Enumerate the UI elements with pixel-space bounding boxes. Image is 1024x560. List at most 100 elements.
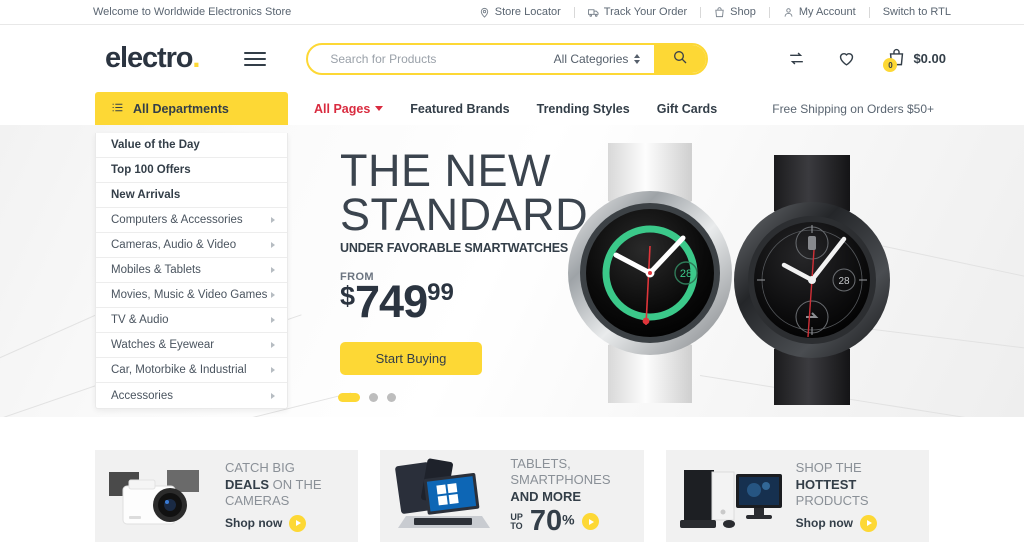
top-link-my-account[interactable]: My Account (770, 6, 869, 18)
chevron-right-icon (271, 267, 275, 273)
hero-title: THE NEW STANDARD (340, 145, 630, 241)
nav-link-trending-styles[interactable]: Trending Styles (537, 102, 630, 116)
promo-card-cameras[interactable]: CATCH BIG DEALS ON THE CAMERAS Shop now (95, 450, 359, 542)
compare-arrows-icon[interactable] (787, 49, 806, 68)
promo-line-2-rest: SMARTPHONES (510, 472, 611, 488)
heart-icon[interactable] (837, 49, 856, 68)
dept-item-label: Mobiles & Tablets (111, 264, 201, 276)
promo-line-1: TABLETS, (510, 455, 571, 471)
dept-item-new-arrivals[interactable]: New Arrivals (96, 183, 287, 208)
dept-item-top-100-offers[interactable]: Top 100 Offers (96, 158, 287, 183)
up-to-line-2: TO (510, 520, 523, 531)
page-root: Welcome to Worldwide Electronics Store S… (0, 0, 1024, 560)
nav-link-all-pages[interactable]: All Pages (314, 101, 384, 116)
arrow-right-icon[interactable] (581, 513, 599, 531)
arrow-right-icon (289, 514, 307, 532)
departments-dropdown-panel: Value of the Day Top 100 Offers New Arri… (95, 133, 288, 409)
promo-text: TABLETS, SMARTPHONES AND MORE UP TO 70% (510, 456, 610, 537)
top-link-track-order[interactable]: Track Your Order (575, 6, 700, 18)
promo-line-1: CATCH BIG (225, 460, 295, 476)
hero-price-decimal: 99 (427, 279, 454, 307)
carousel-dot-3[interactable] (387, 393, 396, 402)
chevron-right-icon (271, 217, 275, 223)
dept-item-label: Movies, Music & Video Games (111, 289, 268, 301)
carousel-dot-1[interactable] (338, 393, 360, 402)
carousel-dots (338, 393, 396, 402)
dept-item-label: TV & Audio (111, 314, 169, 326)
hero-price-currency: $ (340, 281, 356, 312)
top-bar: Welcome to Worldwide Electronics Store S… (0, 0, 1024, 25)
logo-dot: . (192, 42, 200, 74)
cart-button[interactable]: 0 $0.00 (883, 48, 946, 72)
dept-item-cameras-audio-video[interactable]: Cameras, Audio & Video (96, 233, 287, 258)
promo-line-3: PRODUCTS (795, 493, 869, 509)
desktop-computer-product-image (666, 450, 796, 542)
shop-now-link[interactable]: Shop now (225, 514, 322, 532)
logo-text: electro (105, 42, 194, 74)
top-link-store-locator[interactable]: Store Locator (466, 6, 574, 18)
search-button[interactable] (654, 44, 707, 73)
chevron-right-icon (271, 367, 275, 373)
dept-item-label: Computers & Accessories (111, 214, 243, 226)
dept-item-car-motorbike-industrial[interactable]: Car, Motorbike & Industrial (96, 358, 287, 383)
cart-total: $0.00 (913, 51, 946, 66)
svg-text:28: 28 (838, 276, 850, 287)
dept-item-value-of-the-day[interactable]: Value of the Day (96, 133, 287, 158)
site-logo[interactable]: electro. (105, 42, 200, 75)
promo-line-2-bold: DEALS (225, 476, 270, 492)
dept-item-movies-music-video-games[interactable]: Movies, Music & Video Games (96, 283, 287, 308)
top-link-switch-rtl[interactable]: Switch to RTL (870, 6, 964, 18)
all-departments-label: All Departments (133, 101, 229, 116)
start-buying-button[interactable]: Start Buying (340, 342, 482, 376)
up-to-label: UP TO (510, 512, 523, 532)
dept-item-watches-eyewear[interactable]: Watches & Eyewear (96, 333, 287, 358)
promo-percent-value: 70% (530, 507, 575, 536)
chevron-right-icon (271, 392, 275, 399)
dept-item-label: Cameras, Audio & Video (111, 239, 237, 251)
shop-now-label: Shop now (225, 515, 283, 530)
chevron-right-icon (271, 317, 275, 323)
dept-item-tv-audio[interactable]: TV & Audio (96, 308, 287, 333)
promo-card-tablets[interactable]: TABLETS, SMARTPHONES AND MORE UP TO 70% (380, 450, 644, 542)
promo-line-2-rest: ON THE (269, 476, 322, 492)
shop-now-link[interactable]: Shop now (796, 514, 877, 532)
dept-item-mobiles-tablets[interactable]: Mobiles & Tablets (96, 258, 287, 283)
nav-link-label: All Pages (314, 101, 371, 116)
main-nav: All Departments All Pages Featured Brand… (0, 92, 1024, 125)
hamburger-menu-icon[interactable] (244, 51, 267, 66)
top-link-label: My Account (798, 6, 856, 18)
user-icon (783, 7, 794, 18)
free-shipping-note: Free Shipping on Orders $50+ (772, 101, 934, 116)
welcome-message: Welcome to Worldwide Electronics Store (93, 6, 292, 18)
laptop-tablet-product-image (380, 450, 510, 542)
category-select[interactable]: All Categories (554, 52, 655, 66)
chevron-right-icon (271, 292, 275, 298)
top-link-label: Store Locator (494, 6, 561, 18)
top-link-shop[interactable]: Shop (701, 6, 769, 18)
search-icon (672, 49, 688, 68)
dept-item-label: Car, Motorbike & Industrial (111, 364, 247, 376)
chevron-right-icon (271, 242, 275, 248)
top-link-label: Track Your Order (603, 6, 688, 18)
hero-title-line1: THE NEW (340, 145, 551, 196)
dept-item-computers-accessories[interactable]: Computers & Accessories (96, 208, 287, 233)
nav-link-featured-brands[interactable]: Featured Brands (410, 102, 509, 116)
search-input[interactable] (308, 51, 554, 66)
nav-link-gift-cards[interactable]: Gift Cards (657, 102, 717, 116)
percent-number: 70 (529, 505, 563, 538)
promo-line-2-bold: HOTTEST (795, 476, 857, 492)
promo-line-3: CAMERAS (225, 493, 290, 509)
arrow-right-icon (859, 514, 877, 532)
dept-item-label: Top 100 Offers (111, 164, 191, 176)
top-link-label: Shop (730, 6, 756, 18)
all-departments-button[interactable]: All Departments (95, 92, 288, 125)
dept-item-label: Value of the Day (111, 139, 200, 151)
dept-item-accessories[interactable]: Accessories (96, 383, 287, 408)
promo-card-hottest-products[interactable]: SHOP THE HOTTEST PRODUCTS Shop now (665, 450, 929, 542)
hero-price-integer: 749 (355, 276, 428, 328)
promo-text: SHOP THE HOTTEST PRODUCTS Shop now (796, 460, 877, 532)
chevron-right-icon (271, 342, 275, 348)
category-select-label: All Categories (553, 51, 629, 66)
carousel-dot-2[interactable] (369, 393, 378, 402)
hero-title-line2: STANDARD (340, 189, 589, 241)
